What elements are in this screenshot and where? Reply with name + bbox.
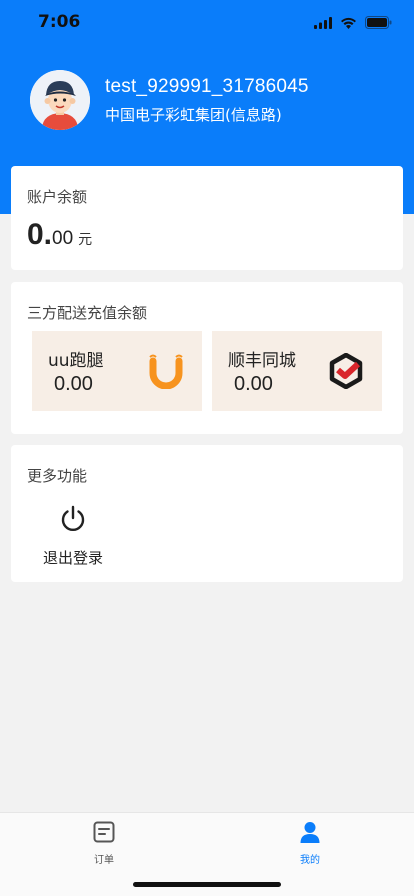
account-balance-card[interactable]: 账户余额 0. 00 元: [11, 166, 403, 270]
balance-decimal: 00: [52, 228, 74, 249]
tab-orders-label: 订单: [94, 855, 114, 866]
company-name: 中国电子彩虹集团(信息路): [105, 105, 282, 124]
avatar-illustration-icon: [30, 70, 90, 130]
account-balance-amount: 0. 00 元: [27, 218, 92, 252]
balance-integer: 0.: [27, 218, 53, 251]
balance-unit: 元: [78, 232, 93, 248]
third-party-balance-card: 三方配送充值余额 uu跑腿 0.00 顺丰同城 0.00: [11, 282, 403, 434]
battery-icon: [365, 14, 392, 33]
uu-runner-amount: 0.00: [54, 373, 93, 395]
avatar[interactable]: [30, 70, 90, 130]
status-icons: [314, 14, 392, 33]
third-party-balance-title: 三方配送充值余额: [27, 304, 148, 322]
document-icon: [93, 821, 115, 847]
uu-runner-name: uu跑腿: [48, 351, 104, 371]
tab-orders[interactable]: 订单: [64, 821, 144, 866]
person-icon: [299, 821, 321, 847]
logout-button[interactable]: 退出登录: [38, 505, 108, 568]
wifi-icon: [340, 14, 357, 33]
uu-logo-icon: [148, 353, 184, 390]
status-time: 7:06: [38, 12, 81, 32]
sf-express-balance-tile[interactable]: 顺丰同城 0.00: [212, 331, 382, 411]
username: test_929991_31786045: [105, 75, 309, 97]
account-balance-title: 账户余额: [27, 188, 88, 206]
sf-logo-icon: [328, 352, 364, 390]
more-functions-card: 更多功能 退出登录: [11, 445, 403, 582]
sf-express-name: 顺丰同城: [228, 351, 296, 371]
power-icon: [59, 505, 87, 537]
more-functions-title: 更多功能: [27, 467, 88, 485]
sf-express-amount: 0.00: [234, 373, 273, 395]
tab-mine[interactable]: 我的: [270, 821, 350, 866]
tab-mine-label: 我的: [300, 855, 320, 866]
signal-icon: [314, 14, 332, 33]
home-indicator: [133, 882, 281, 887]
logout-label: 退出登录: [42, 549, 103, 567]
uu-runner-balance-tile[interactable]: uu跑腿 0.00: [32, 331, 202, 411]
profile[interactable]: test_929991_31786045 中国电子彩虹集团(信息路): [30, 70, 309, 130]
status-bar: 7:06: [0, 0, 414, 44]
